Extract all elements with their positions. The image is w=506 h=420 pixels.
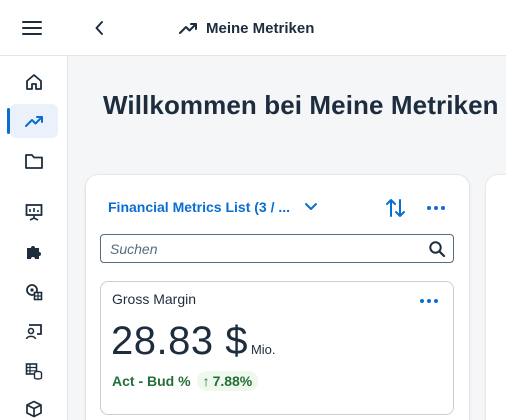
table-db-icon	[25, 363, 43, 380]
secondary-card	[486, 175, 506, 420]
sidebar-item-home[interactable]	[10, 65, 58, 99]
metric-value-group: 28.83 $ Mio.	[111, 319, 276, 364]
hamburger-icon[interactable]	[22, 18, 44, 38]
sidebar-item-files[interactable]	[10, 144, 58, 178]
sidebar-item-user-screen[interactable]	[10, 315, 58, 349]
home-icon	[26, 74, 42, 90]
search-field	[100, 234, 454, 263]
metric-list-selector[interactable]: Financial Metrics List (3 / ...	[108, 199, 318, 215]
header-title-group: Meine Metriken	[178, 17, 314, 39]
puzzle-icon	[27, 246, 41, 259]
delta-badge: ↑ 7.88%	[196, 371, 259, 391]
metric-tile-title: Gross Margin	[112, 291, 197, 307]
search-input[interactable]	[101, 235, 421, 262]
welcome-heading: Willkommen bei Meine Metriken	[103, 90, 499, 120]
sort-button[interactable]	[384, 197, 408, 219]
presentation-icon	[25, 204, 43, 221]
metric-value: 28.83 $	[111, 319, 248, 363]
trend-up-icon	[25, 116, 43, 127]
chevron-down-icon	[305, 203, 318, 210]
comparison-label: Act - Bud %	[112, 373, 191, 389]
list-more-options-button[interactable]	[424, 198, 448, 218]
sidebar-item-metrics[interactable]	[7, 104, 58, 138]
page-title: Meine Metriken	[206, 19, 315, 37]
trend-up-icon	[179, 23, 197, 34]
sidebar-item-extensions[interactable]	[10, 235, 58, 269]
more-icon	[420, 299, 424, 303]
shell-header: Meine Metriken	[0, 0, 506, 56]
metric-footer: Act - Bud % ↑ 7.88%	[112, 371, 259, 391]
metrics-list-card: Financial Metrics List (3 / ... Gross Ma…	[86, 175, 469, 420]
sidebar-item-presentations[interactable]	[10, 195, 58, 229]
sidebar-item-data[interactable]	[10, 354, 58, 388]
user-screen-icon	[25, 324, 42, 340]
more-icon	[427, 206, 431, 210]
metric-list-label: Financial Metrics List (3 / ...	[108, 199, 291, 215]
cube-icon	[26, 400, 42, 418]
delta-value: 7.88%	[212, 373, 253, 389]
search-icon[interactable]	[428, 240, 446, 258]
sort-icon	[386, 199, 405, 217]
sidebar-item-configuration[interactable]	[10, 275, 58, 309]
chevron-left-icon	[95, 21, 103, 35]
arrow-up-icon: ↑	[202, 373, 210, 389]
side-navigation	[0, 56, 68, 420]
sidebar-item-models[interactable]	[10, 392, 58, 420]
settings-grid-icon	[26, 284, 43, 301]
metric-tile[interactable]: Gross Margin 28.83 $ Mio. Act - Bud % ↑ …	[100, 281, 454, 415]
folder-icon	[25, 154, 43, 169]
tile-more-options-button[interactable]	[417, 291, 441, 311]
back-button[interactable]	[90, 18, 110, 38]
metric-scale: Mio.	[250, 342, 276, 357]
